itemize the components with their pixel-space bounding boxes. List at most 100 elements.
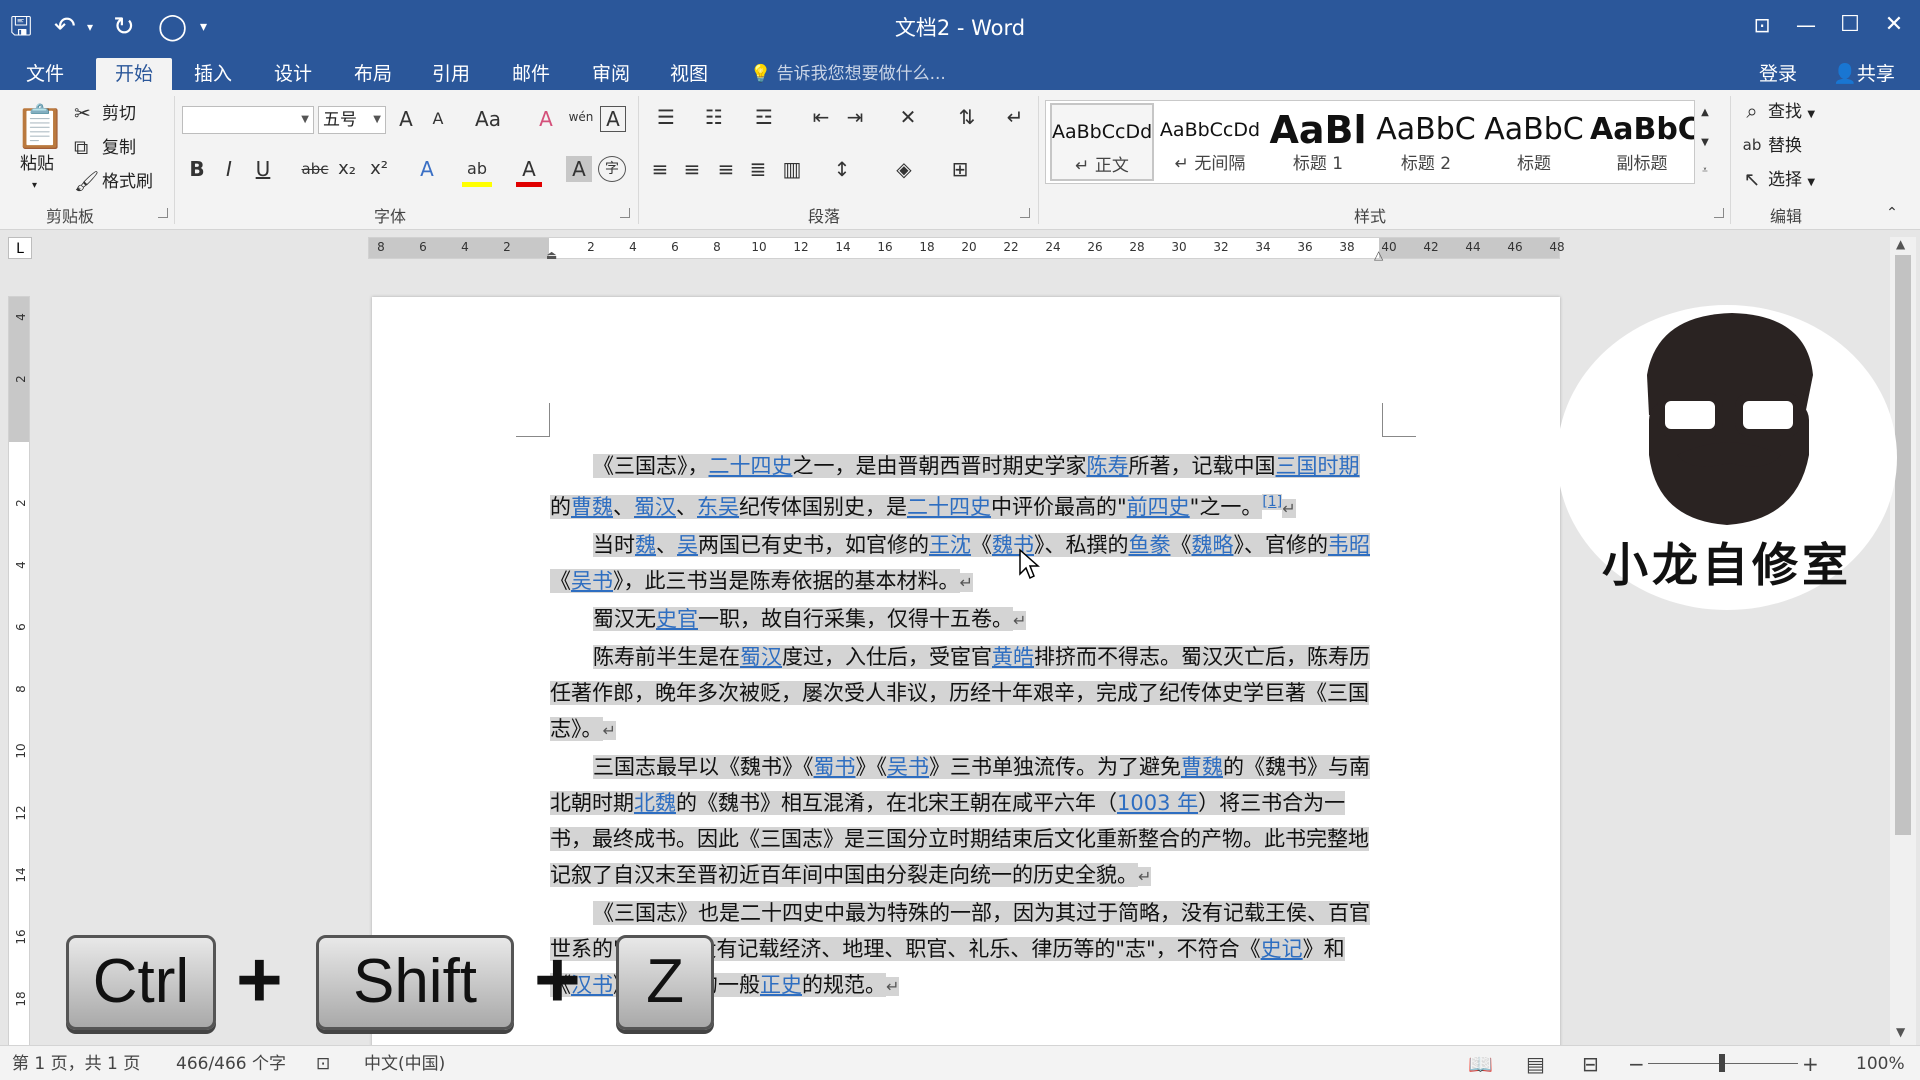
format-painter-icon[interactable]: 🖌 (74, 168, 99, 194)
scroll-down-icon[interactable]: ▼ (1896, 1025, 1905, 1039)
hyperlink[interactable]: 曹魏 (571, 495, 613, 519)
document-paragraph[interactable]: 陈寿前半生是在蜀汉度过，入仕后，受宦官黄皓排挤而不得志。蜀汉灭亡后，陈寿历任著作… (550, 639, 1376, 749)
hyperlink[interactable]: 史记 (1260, 937, 1303, 961)
hyperlink[interactable]: 1003 年 (1117, 791, 1199, 815)
styles-scroll-down-icon[interactable]: ▼ (1697, 130, 1713, 156)
tab-layout[interactable]: 布局 (342, 58, 404, 90)
hyperlink[interactable]: 蜀书 (813, 755, 856, 779)
proofing-icon[interactable]: ⊡ (316, 1052, 330, 1076)
paste-button[interactable]: 粘贴 (20, 152, 54, 176)
clear-format-icon[interactable]: A (532, 106, 560, 132)
hyperlink[interactable]: 三国时期 (1275, 454, 1360, 478)
shading-icon[interactable]: ◈ (884, 156, 924, 182)
tab-references[interactable]: 引用 (420, 58, 482, 90)
read-mode-icon[interactable]: 📖 (1468, 1052, 1493, 1076)
bold-icon[interactable]: B (186, 156, 208, 182)
left-indent-marker[interactable]: ⏏ (546, 248, 557, 262)
bullets-icon[interactable]: ☰ (646, 104, 686, 130)
tab-review[interactable]: 审阅 (580, 58, 642, 90)
justify-icon[interactable]: ≣ (744, 156, 772, 182)
collapse-ribbon-icon[interactable]: ⌃ (1880, 200, 1904, 226)
share-button[interactable]: 👤共享 (1818, 58, 1910, 90)
tab-insert[interactable]: 插入 (182, 58, 244, 90)
character-shading-icon[interactable]: A (566, 156, 592, 182)
clipboard-launcher-icon[interactable] (158, 208, 168, 218)
hyperlink[interactable]: 东吴 (697, 495, 739, 519)
font-launcher-icon[interactable] (620, 208, 630, 218)
hyperlink[interactable]: 二十四史 (907, 495, 991, 519)
print-layout-icon[interactable]: ▤ (1526, 1052, 1545, 1076)
hyperlink[interactable]: 黄皓 (992, 645, 1034, 669)
tab-mailings[interactable]: 邮件 (500, 58, 562, 90)
scissors-icon[interactable]: ✂ (74, 100, 91, 126)
text-effects-icon[interactable]: A (414, 156, 440, 182)
hyperlink[interactable]: 正史 (760, 973, 802, 997)
scroll-thumb[interactable] (1895, 255, 1911, 835)
styles-more-icon[interactable]: ⩡ (1697, 158, 1713, 184)
style-title[interactable]: AaBbC 标题 (1482, 103, 1586, 181)
borders-icon[interactable]: ⊞ (940, 156, 980, 182)
character-border-icon[interactable]: A (600, 106, 626, 132)
find-button[interactable]: 查找 ▼ (1768, 100, 1815, 127)
cut-button[interactable]: 剪切 (102, 102, 136, 126)
web-layout-icon[interactable]: ⊟ (1582, 1052, 1599, 1076)
hyperlink[interactable]: 吴 (677, 533, 698, 557)
change-case-icon[interactable]: Aa (468, 106, 508, 132)
tab-file[interactable]: 文件 (14, 58, 76, 90)
search-icon[interactable]: ⌕ (1740, 98, 1764, 124)
styles-scroll-up-icon[interactable]: ▲ (1697, 100, 1713, 126)
vertical-ruler[interactable]: 4 2 2 4 6 8 10 12 14 16 18 (8, 296, 30, 1046)
hyperlink[interactable]: 鱼豢 (1128, 533, 1171, 557)
document-paragraph[interactable]: 《三国志》，二十四史之一，是由晋朝西晋时期史学家陈寿所著，记载中国三国时期的曹魏… (550, 448, 1376, 527)
align-center-icon[interactable]: ≡ (678, 156, 706, 182)
ribbon-display-icon[interactable]: ⊡ (1742, 8, 1782, 42)
zoom-slider-thumb[interactable] (1719, 1054, 1725, 1072)
document-paragraph[interactable]: 蜀汉无史官一职，故自行采集，仅得十五卷。↵ (550, 601, 1376, 639)
highlight-icon[interactable]: ab (462, 156, 492, 187)
paste-icon[interactable]: 📋 (14, 102, 66, 152)
document-body[interactable]: 《三国志》，二十四史之一，是由晋朝西晋时期史学家陈寿所著，记载中国三国时期的曹魏… (550, 448, 1376, 1005)
zoom-in-button[interactable]: + (1802, 1052, 1819, 1076)
scroll-up-icon[interactable]: ▲ (1896, 237, 1905, 251)
tab-selector[interactable]: L (8, 237, 32, 259)
zoom-level[interactable]: 100% (1856, 1052, 1905, 1076)
style-subtitle[interactable]: AaBbC 副标题 (1590, 103, 1694, 181)
hyperlink[interactable]: 蜀汉 (634, 495, 676, 519)
login-link[interactable]: 登录 (1744, 58, 1812, 90)
numbering-icon[interactable]: ☷ (694, 104, 734, 130)
subscript-icon[interactable]: x₂ (336, 156, 358, 182)
font-color-icon[interactable]: A (516, 156, 542, 187)
hyperlink[interactable]: 北魏 (634, 791, 676, 815)
right-indent-marker[interactable]: △ (1374, 248, 1383, 262)
paste-dropdown-icon[interactable]: ▾ (32, 174, 37, 198)
italic-icon[interactable]: I (218, 156, 240, 182)
style-heading-1[interactable]: AaBl 标题 1 (1266, 103, 1370, 181)
font-name-combo[interactable]: ▼ (182, 106, 314, 134)
font-size-combo[interactable]: 五号 ▼ (318, 106, 386, 134)
hyperlink[interactable]: 陈寿 (1086, 454, 1129, 478)
tell-me-box[interactable]: 💡 告诉我您想要做什么... (750, 58, 946, 90)
paragraph-launcher-icon[interactable] (1020, 208, 1030, 218)
hyperlink[interactable]: 魏 (635, 533, 656, 557)
hyperlink[interactable]: 吴书 (887, 755, 929, 779)
horizontal-ruler[interactable]: 8 6 4 2 2 4 6 8 10 12 14 16 18 20 22 24 26 28 30 32 34 36 38 40… (368, 237, 1565, 262)
enclose-character-icon[interactable]: 字 (598, 156, 626, 182)
hyperlink[interactable]: 史官 (656, 607, 698, 631)
multilevel-list-icon[interactable]: ☲ (744, 104, 784, 130)
sort-icon[interactable]: ⇅ (952, 104, 982, 130)
select-cursor-icon[interactable]: ↖ (1740, 166, 1764, 192)
shrink-font-icon[interactable]: A (426, 106, 450, 132)
maximize-icon[interactable]: ☐ (1830, 8, 1870, 42)
tab-view[interactable]: 视图 (658, 58, 720, 90)
hyperlink[interactable]: 王沈 (929, 533, 971, 557)
decrease-indent-icon[interactable]: ⇤ (806, 104, 836, 130)
tab-design[interactable]: 设计 (262, 58, 324, 90)
align-right-icon[interactable]: ≡ (712, 156, 740, 182)
increase-indent-icon[interactable]: ⇥ (840, 104, 870, 130)
minimize-icon[interactable]: — (1786, 8, 1826, 42)
styles-launcher-icon[interactable] (1714, 208, 1724, 218)
distributed-icon[interactable]: ▥ (778, 156, 806, 182)
document-paragraph[interactable]: 当时魏、吴两国已有史书，如官修的王沈《魏书》、私撰的鱼豢《魏略》、官修的韦昭《吴… (550, 527, 1376, 601)
tab-home[interactable]: 开始 (96, 58, 172, 90)
superscript-icon[interactable]: x² (368, 156, 390, 182)
